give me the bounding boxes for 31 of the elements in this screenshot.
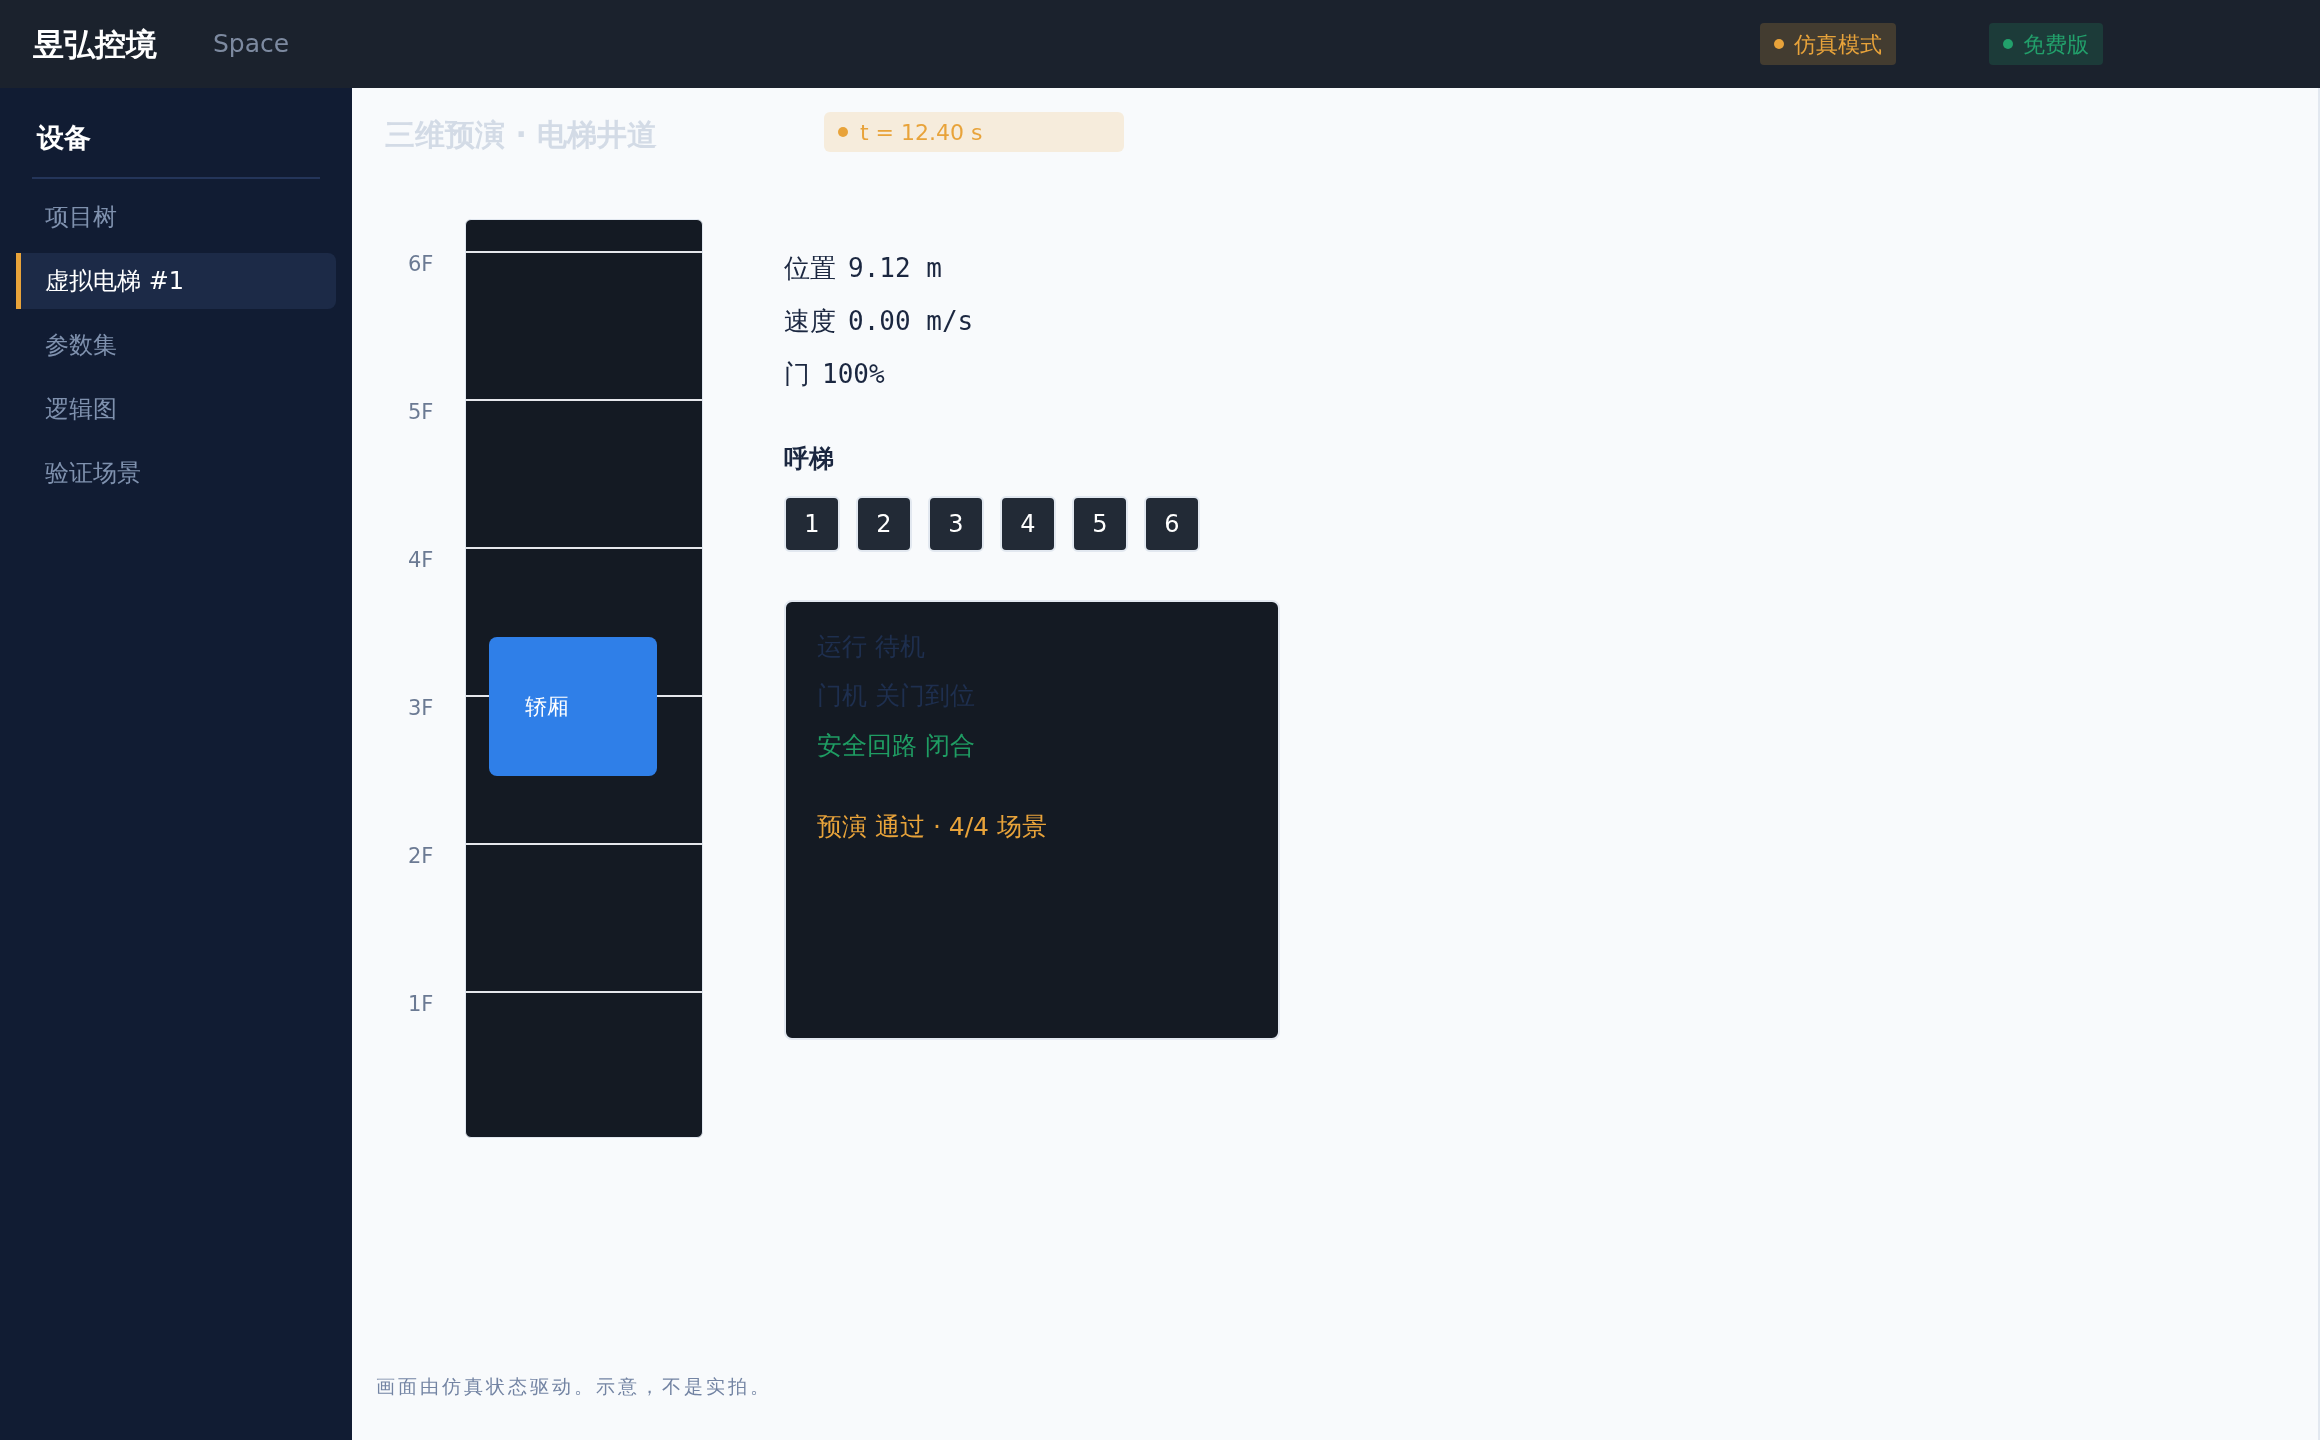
- status-line: 预演 通过 · 4/4 场景: [817, 811, 1048, 843]
- sidebar-item[interactable]: 验证场景: [16, 444, 336, 501]
- badge-label: 免费版: [2023, 30, 2090, 59]
- floor-call-button[interactable]: 4: [1000, 495, 1056, 552]
- brand-name: 昱弘控境: [33, 24, 157, 64]
- elevator-car: 轿厢: [489, 636, 657, 776]
- floor-label: 2F: [408, 843, 434, 870]
- floor-call-button[interactable]: 3: [928, 495, 984, 552]
- badge-label: 仿真模式: [1794, 30, 1883, 59]
- readout-text: 速度 0.00 m/s: [784, 305, 975, 338]
- floor-label: 5F: [408, 399, 434, 426]
- workspace-label: Space: [213, 28, 290, 61]
- readout-text: 位置 9.12 m: [784, 252, 943, 285]
- time-text: t = 12.40 s: [860, 118, 983, 147]
- readout-text: 门 100%: [784, 358, 886, 391]
- floor-label: 6F: [408, 251, 434, 278]
- sidebar-title: 设备: [37, 121, 92, 155]
- status-line: 安全回路 闭合: [817, 729, 976, 762]
- section-title: 呼梯: [784, 443, 835, 475]
- sidebar-item[interactable]: 参数集: [16, 316, 336, 373]
- sidebar-item[interactable]: 项目树: [16, 188, 336, 245]
- sidebar-item[interactable]: 虚拟电梯 #1: [16, 252, 336, 309]
- floor-label: 3F: [408, 695, 434, 722]
- sidebar-item[interactable]: 逻辑图: [16, 380, 336, 437]
- floor-label: 4F: [408, 547, 434, 574]
- floor-call-button[interactable]: 1: [784, 495, 840, 552]
- floor-label: 1F: [408, 991, 434, 1018]
- floor-call-button[interactable]: 6: [1144, 495, 1200, 552]
- floor-call-button[interactable]: 2: [856, 495, 912, 552]
- floor-call-button[interactable]: 5: [1072, 495, 1128, 552]
- footnote: 画面由仿真状态驱动。示意，不是实拍。: [376, 1373, 772, 1399]
